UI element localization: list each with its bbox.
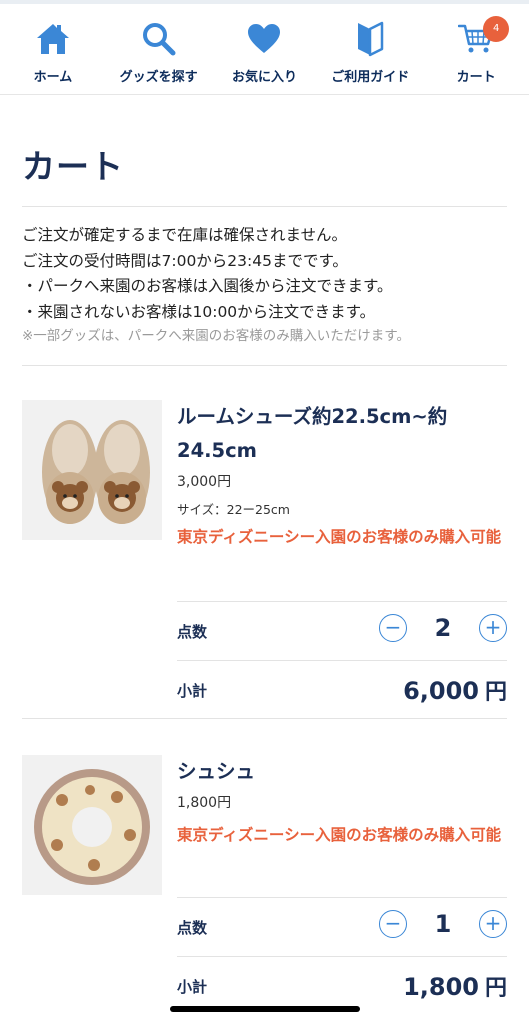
nav-home-label: ホーム <box>33 70 73 85</box>
decrease-quantity-button[interactable]: − <box>379 910 407 938</box>
nav-favorites[interactable]: お気に入り <box>212 4 318 94</box>
divider <box>22 206 507 207</box>
subtotal-amount: 6,000 <box>403 677 479 705</box>
cart-count-badge: 4 <box>483 16 510 42</box>
nav-search[interactable]: グッズを探す <box>106 4 212 94</box>
divider <box>22 365 507 366</box>
increase-quantity-button[interactable]: + <box>479 910 507 938</box>
notice-line: ご注文が確定するまで在庫は確保されません。 <box>22 226 348 244</box>
item-price: 1,800円 <box>177 795 232 811</box>
subtotal-value: 6,000 円 <box>403 674 507 706</box>
increase-quantity-button[interactable]: + <box>479 614 507 642</box>
top-nav: ホーム グッズを探す お気に入り ご利用ガイド 4 カート <box>0 4 529 95</box>
guide-icon <box>350 20 390 58</box>
product-image-slippers[interactable] <box>22 400 162 540</box>
item-price: 3,000円 <box>177 474 232 490</box>
heart-icon <box>244 20 284 58</box>
home-icon <box>33 20 73 58</box>
quantity-value: 2 <box>434 614 452 642</box>
subtotal-amount: 1,800 <box>403 973 479 1001</box>
nav-home[interactable]: ホーム <box>0 4 106 94</box>
quantity-value: 1 <box>434 910 452 938</box>
subtotal-label: 小計 <box>177 977 208 996</box>
subtotal-label: 小計 <box>177 681 208 700</box>
nav-guide[interactable]: ご利用ガイド <box>317 4 423 94</box>
home-indicator <box>170 1006 360 1012</box>
subtotal-unit: 円 <box>484 976 507 1001</box>
nav-favorites-label: お気に入り <box>231 70 297 85</box>
subtotal-value: 1,800 円 <box>403 970 507 1002</box>
item-info: ルームシューズ約22.5cm~約24.5cm 3,000円 サイズ：22ー25c… <box>177 400 507 550</box>
purchase-restriction: 東京ディズニーシー入園のお客様のみ購入可能 <box>177 826 502 844</box>
quantity-stepper: − 1 + <box>379 910 507 938</box>
quantity-stepper: − 2 + <box>379 614 507 642</box>
quantity-row: 点数 − 2 + <box>177 601 507 660</box>
search-icon <box>139 20 179 58</box>
page-title: カート <box>22 147 124 186</box>
item-name[interactable]: シュシュ <box>177 755 507 789</box>
notice-line: ・来園されないお客様は10:00から注文できます。 <box>22 302 376 321</box>
purchase-restriction: 東京ディズニーシー入園のお客様のみ購入可能 <box>177 528 502 546</box>
subtotal-row: 小計 6,000 円 <box>177 660 507 719</box>
notice-line: ・パークへ来園のお客様は入園後から注文できます。 <box>22 277 393 295</box>
quantity-label: 点数 <box>177 622 208 641</box>
item-size: サイズ：22ー25cm <box>177 502 290 517</box>
order-notice: ご注文が確定するまで在庫は確保されません。 ご注文の受付時間は7:00から23:… <box>22 223 512 347</box>
item-name[interactable]: ルームシューズ約22.5cm~約24.5cm <box>177 400 507 468</box>
item-info: シュシュ 1,800円 東京ディズニーシー入園のお客様のみ購入可能 <box>177 755 507 848</box>
quantity-row: 点数 − 1 + <box>177 897 507 956</box>
notice-sub: ※一部グッズは、パークへ来園のお客様のみ購入いただけます。 <box>22 328 410 344</box>
nav-guide-label: ご利用ガイド <box>331 70 410 85</box>
nav-cart[interactable]: 4 カート <box>423 4 529 94</box>
product-image-scrunchie[interactable] <box>22 755 162 895</box>
nav-cart-label: カート <box>456 70 496 85</box>
decrease-quantity-button[interactable]: − <box>379 614 407 642</box>
nav-search-label: グッズを探す <box>119 70 198 85</box>
subtotal-unit: 円 <box>484 680 507 705</box>
quantity-label: 点数 <box>177 918 208 937</box>
divider <box>22 718 507 719</box>
notice-line: ご注文の受付時間は7:00から23:45までです。 <box>22 251 348 270</box>
